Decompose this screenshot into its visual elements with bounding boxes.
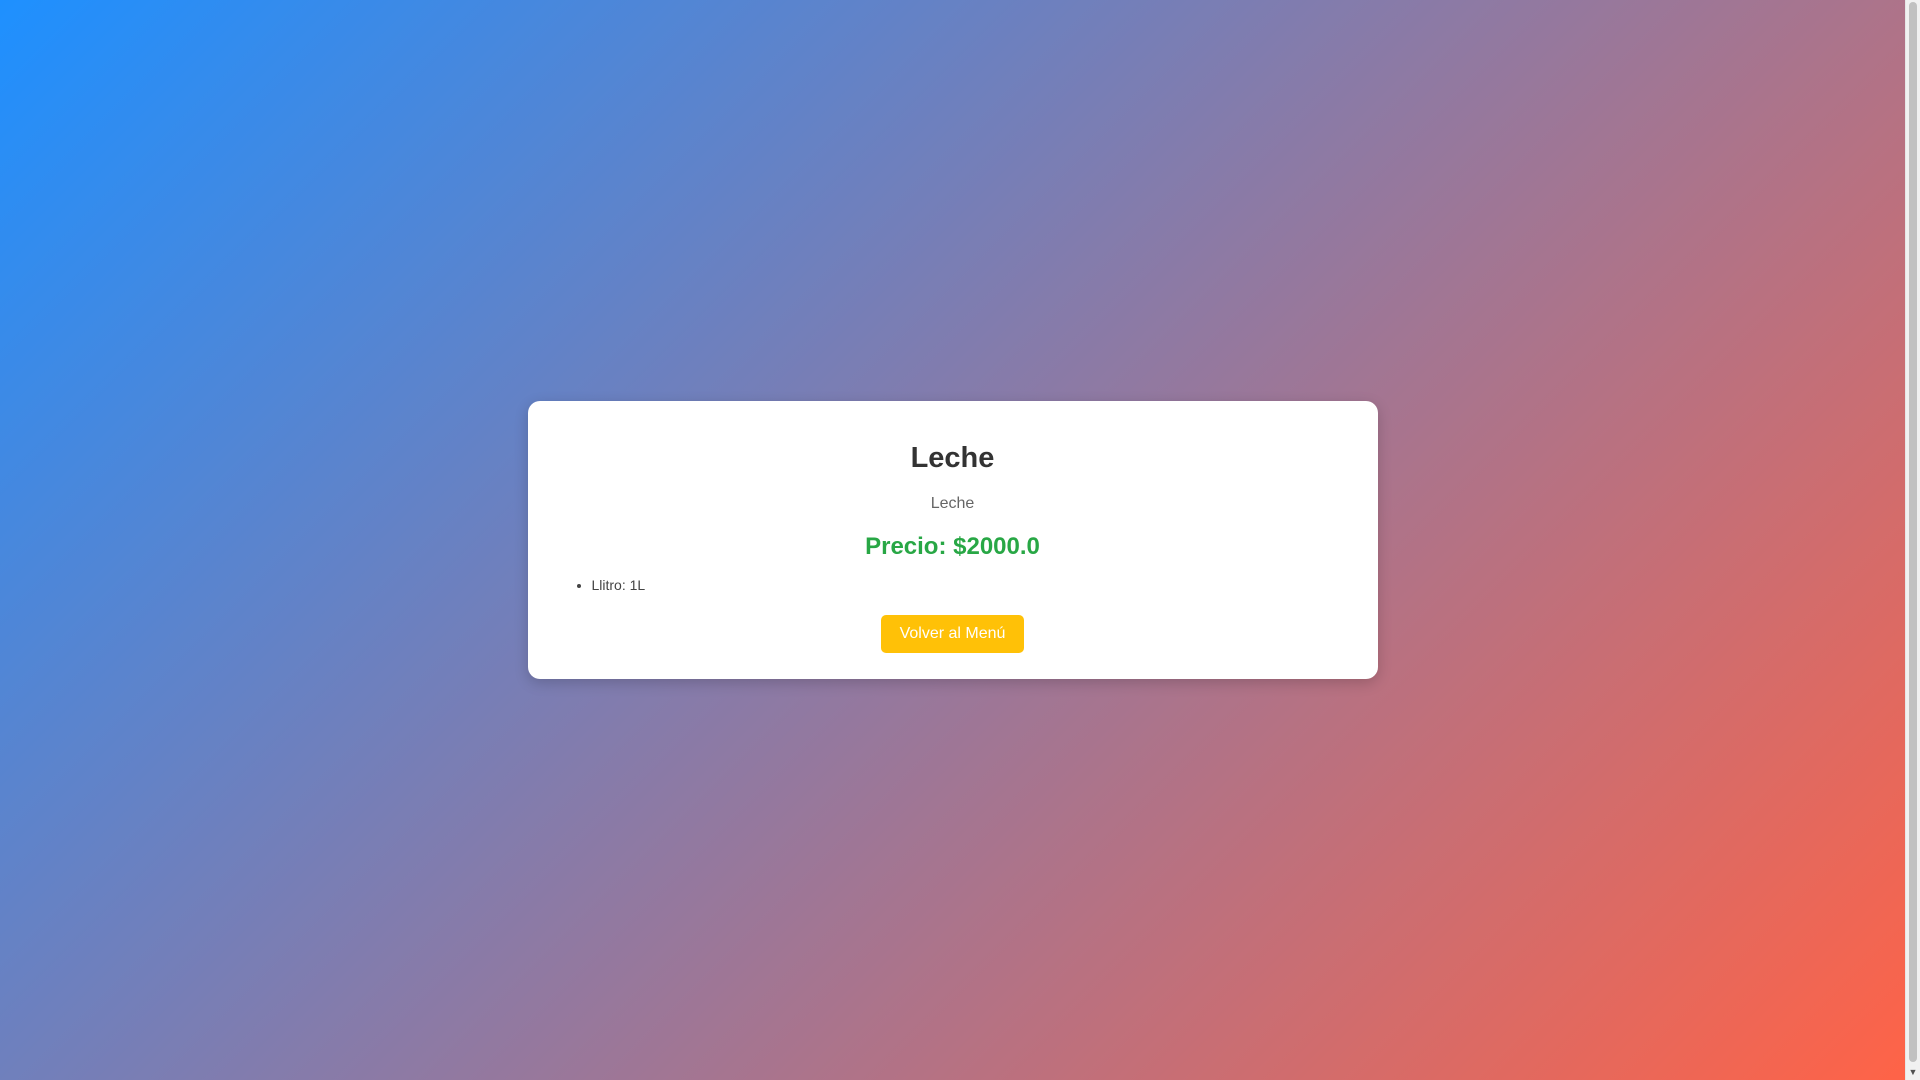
vertical-scrollbar[interactable]: ▼ [1905,0,1920,1080]
product-attributes: Llitro: 1L [576,576,1330,596]
page-background: Leche Leche Precio: $2000.0 Llitro: 1L V… [0,0,1905,1080]
product-title: Leche [910,441,995,474]
attribute-item: Llitro: 1L [592,576,1330,596]
product-price: Precio: $2000.0 [865,532,1040,560]
back-to-menu-button[interactable]: Volver al Menú [880,615,1025,654]
scrollbar-thumb[interactable] [1909,2,1917,1062]
product-card: Leche Leche Precio: $2000.0 Llitro: 1L V… [527,400,1378,680]
product-description: Leche [930,494,975,512]
chevron-down-icon[interactable]: ▼ [1906,1064,1920,1080]
